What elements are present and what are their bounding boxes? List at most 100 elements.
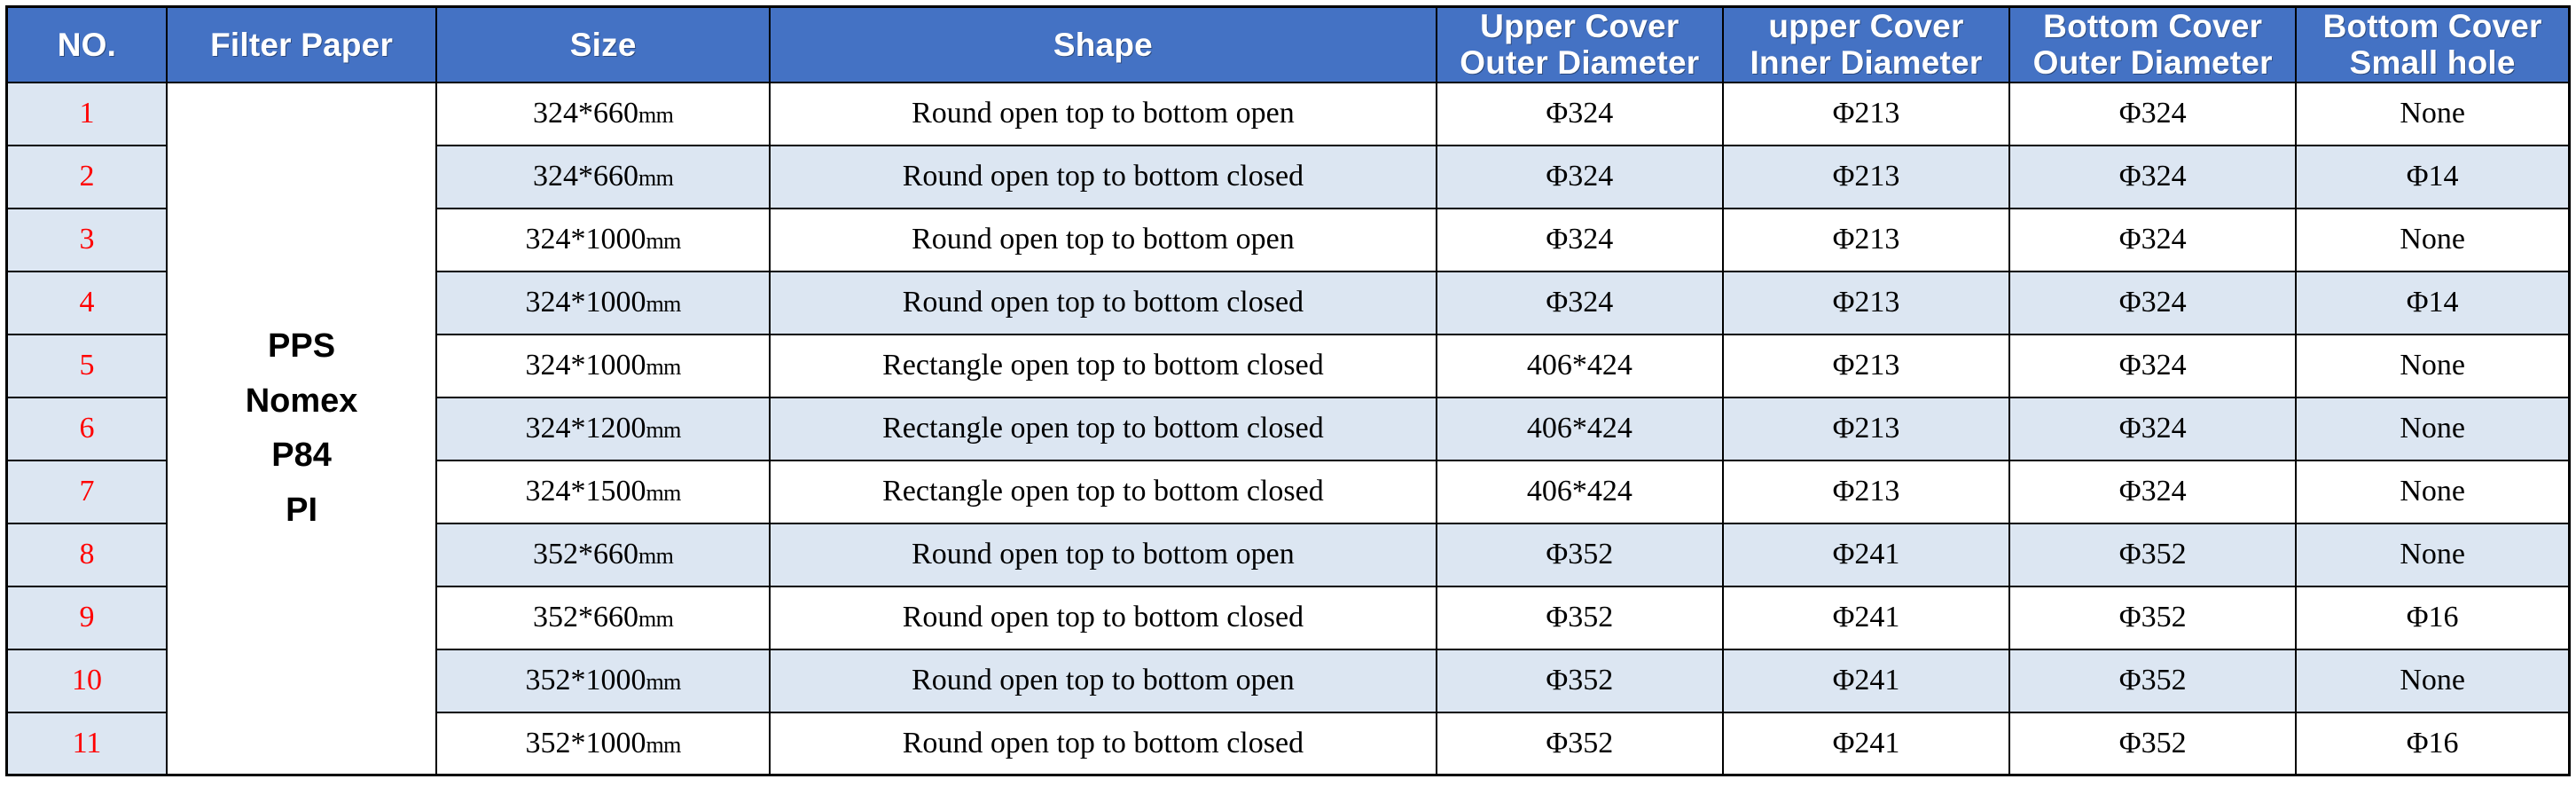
cell-bottom-cover-small-hole: None [2295,207,2571,272]
cell-bottom-cover-small-hole: Φ16 [2295,711,2571,776]
cell-shape: Rectangle open top to bottom closed [769,459,1437,524]
cell-size: 324*1000mm [435,270,771,335]
size-unit: mm [646,732,681,759]
cell-no: 7 [5,459,168,524]
size-value: 352*660 [532,601,638,634]
filter-paper-material-1: PPS [268,327,336,366]
size-value: 324*1200 [525,412,646,445]
column-header-shape-line-1: Shape [1053,26,1153,63]
column-header-bottom-outer-line-2: Outer Diameter [2032,44,2273,82]
cell-size: 324*1200mm [435,396,771,461]
cell-bottom-cover-small-hole: Φ16 [2295,585,2571,650]
cell-upper-cover-inner-diameter: Φ241 [1721,711,2011,776]
cell-shape: Round open top to bottom open [769,207,1437,272]
cell-upper-cover-outer-diameter: Φ324 [1435,144,1724,209]
cell-bottom-cover-outer-diameter: Φ324 [2008,270,2298,335]
column-header-upper-outer-line-1: Upper Cover [1480,8,1679,44]
cell-upper-cover-inner-diameter: Φ241 [1721,522,2011,587]
column-header-filter-paper-line-1: Filter Paper [210,26,394,63]
size-value: 352*1000 [525,664,646,697]
cell-bottom-cover-small-hole: None [2295,522,2571,587]
cell-bottom-cover-small-hole: None [2295,81,2571,146]
cell-upper-cover-outer-diameter: Φ352 [1435,522,1724,587]
cell-upper-cover-inner-diameter: Φ213 [1721,396,2011,461]
cell-upper-cover-outer-diameter: 406*424 [1435,333,1724,398]
cell-size: 324*1500mm [435,459,771,524]
column-header-shape: Shape [769,5,1437,83]
cell-upper-cover-inner-diameter: Φ241 [1721,648,2011,713]
column-header-bottom-cover-small-hole: Bottom Cover Small hole [2295,5,2571,83]
size-unit: mm [638,606,674,633]
column-header-upper-cover-outer-diameter: Upper Cover Outer Diameter [1435,5,1724,83]
cell-bottom-cover-outer-diameter: Φ324 [2008,207,2298,272]
cell-no: 6 [5,396,168,461]
cell-upper-cover-outer-diameter: Φ324 [1435,270,1724,335]
cell-shape: Rectangle open top to bottom closed [769,333,1437,398]
cell-no: 11 [5,711,168,776]
size-value: 324*1000 [525,286,646,319]
size-value: 324*660 [532,160,638,193]
filter-paper-material-4: PI [286,491,318,529]
cell-size: 352*660mm [435,585,771,650]
column-header-upper-inner-line-1: upper Cover [1768,8,1964,44]
column-header-bottom-hole-line-1: Bottom Cover [2322,8,2542,44]
column-header-no: NO. [5,5,168,83]
size-value: 324*1000 [525,349,646,382]
cell-size: 324*1000mm [435,207,771,272]
size-unit: mm [638,102,674,129]
column-header-bottom-outer-line-1: Bottom Cover [2043,8,2263,44]
cell-size: 324*660mm [435,81,771,146]
cell-shape: Round open top to bottom closed [769,270,1437,335]
cell-no: 2 [5,144,168,209]
cell-no: 1 [5,81,168,146]
cell-bottom-cover-small-hole: Φ14 [2295,270,2571,335]
cell-bottom-cover-outer-diameter: Φ352 [2008,585,2298,650]
cell-bottom-cover-outer-diameter: Φ324 [2008,459,2298,524]
cell-size: 324*1000mm [435,333,771,398]
cell-shape: Round open top to bottom closed [769,585,1437,650]
cell-bottom-cover-small-hole: None [2295,396,2571,461]
cell-shape: Round open top to bottom open [769,81,1437,146]
size-unit: mm [646,354,681,381]
column-header-upper-outer-line-2: Outer Diameter [1460,44,1700,82]
cell-no: 8 [5,522,168,587]
header-row: NO. Filter Paper Size Shape Upper Cover … [5,5,2571,83]
column-header-upper-cover-inner-diameter: upper Cover Inner Diameter [1721,5,2011,83]
cell-bottom-cover-outer-diameter: Φ352 [2008,648,2298,713]
cell-upper-cover-outer-diameter: 406*424 [1435,396,1724,461]
table-header: NO. Filter Paper Size Shape Upper Cover … [5,5,2571,83]
cell-size: 352*660mm [435,522,771,587]
cell-shape: Round open top to bottom open [769,648,1437,713]
filter-bag-specification-table: NO. Filter Paper Size Shape Upper Cover … [5,5,2571,777]
cell-bottom-cover-outer-diameter: Φ324 [2008,144,2298,209]
size-unit: mm [646,228,681,255]
cell-size: 324*660mm [435,144,771,209]
cell-no: 5 [5,333,168,398]
size-value: 324*660 [532,97,638,130]
cell-bottom-cover-outer-diameter: Φ324 [2008,81,2298,146]
column-header-no-line-1: NO. [57,26,117,63]
specification-table-container: NO. Filter Paper Size Shape Upper Cover … [0,0,2576,777]
cell-upper-cover-inner-diameter: Φ213 [1721,459,2011,524]
cell-upper-cover-outer-diameter: Φ352 [1435,648,1724,713]
cell-upper-cover-inner-diameter: Φ213 [1721,270,2011,335]
size-value: 352*1000 [525,727,646,760]
cell-bottom-cover-outer-diameter: Φ324 [2008,333,2298,398]
cell-upper-cover-outer-diameter: Φ352 [1435,585,1724,650]
table-row: 1 PPS Nomex P84 PI 324*660mm Round open top to… [5,81,2571,776]
cell-no: 10 [5,648,168,713]
cell-shape: Round open top to bottom closed [769,144,1437,209]
cell-upper-cover-outer-diameter: Φ324 [1435,81,1724,146]
size-unit: mm [646,480,681,507]
cell-bottom-cover-small-hole: Φ14 [2295,144,2571,209]
size-unit: mm [646,291,681,318]
cell-upper-cover-inner-diameter: Φ241 [1721,585,2011,650]
column-header-size-line-1: Size [569,26,637,63]
cell-size: 352*1000mm [435,711,771,776]
cell-upper-cover-inner-diameter: Φ213 [1721,144,2011,209]
filter-paper-material-3: P84 [271,437,332,475]
cell-bottom-cover-small-hole: None [2295,459,2571,524]
size-value: 324*1500 [525,475,646,508]
size-unit: mm [646,669,681,696]
cell-shape: Round open top to bottom closed [769,711,1437,776]
